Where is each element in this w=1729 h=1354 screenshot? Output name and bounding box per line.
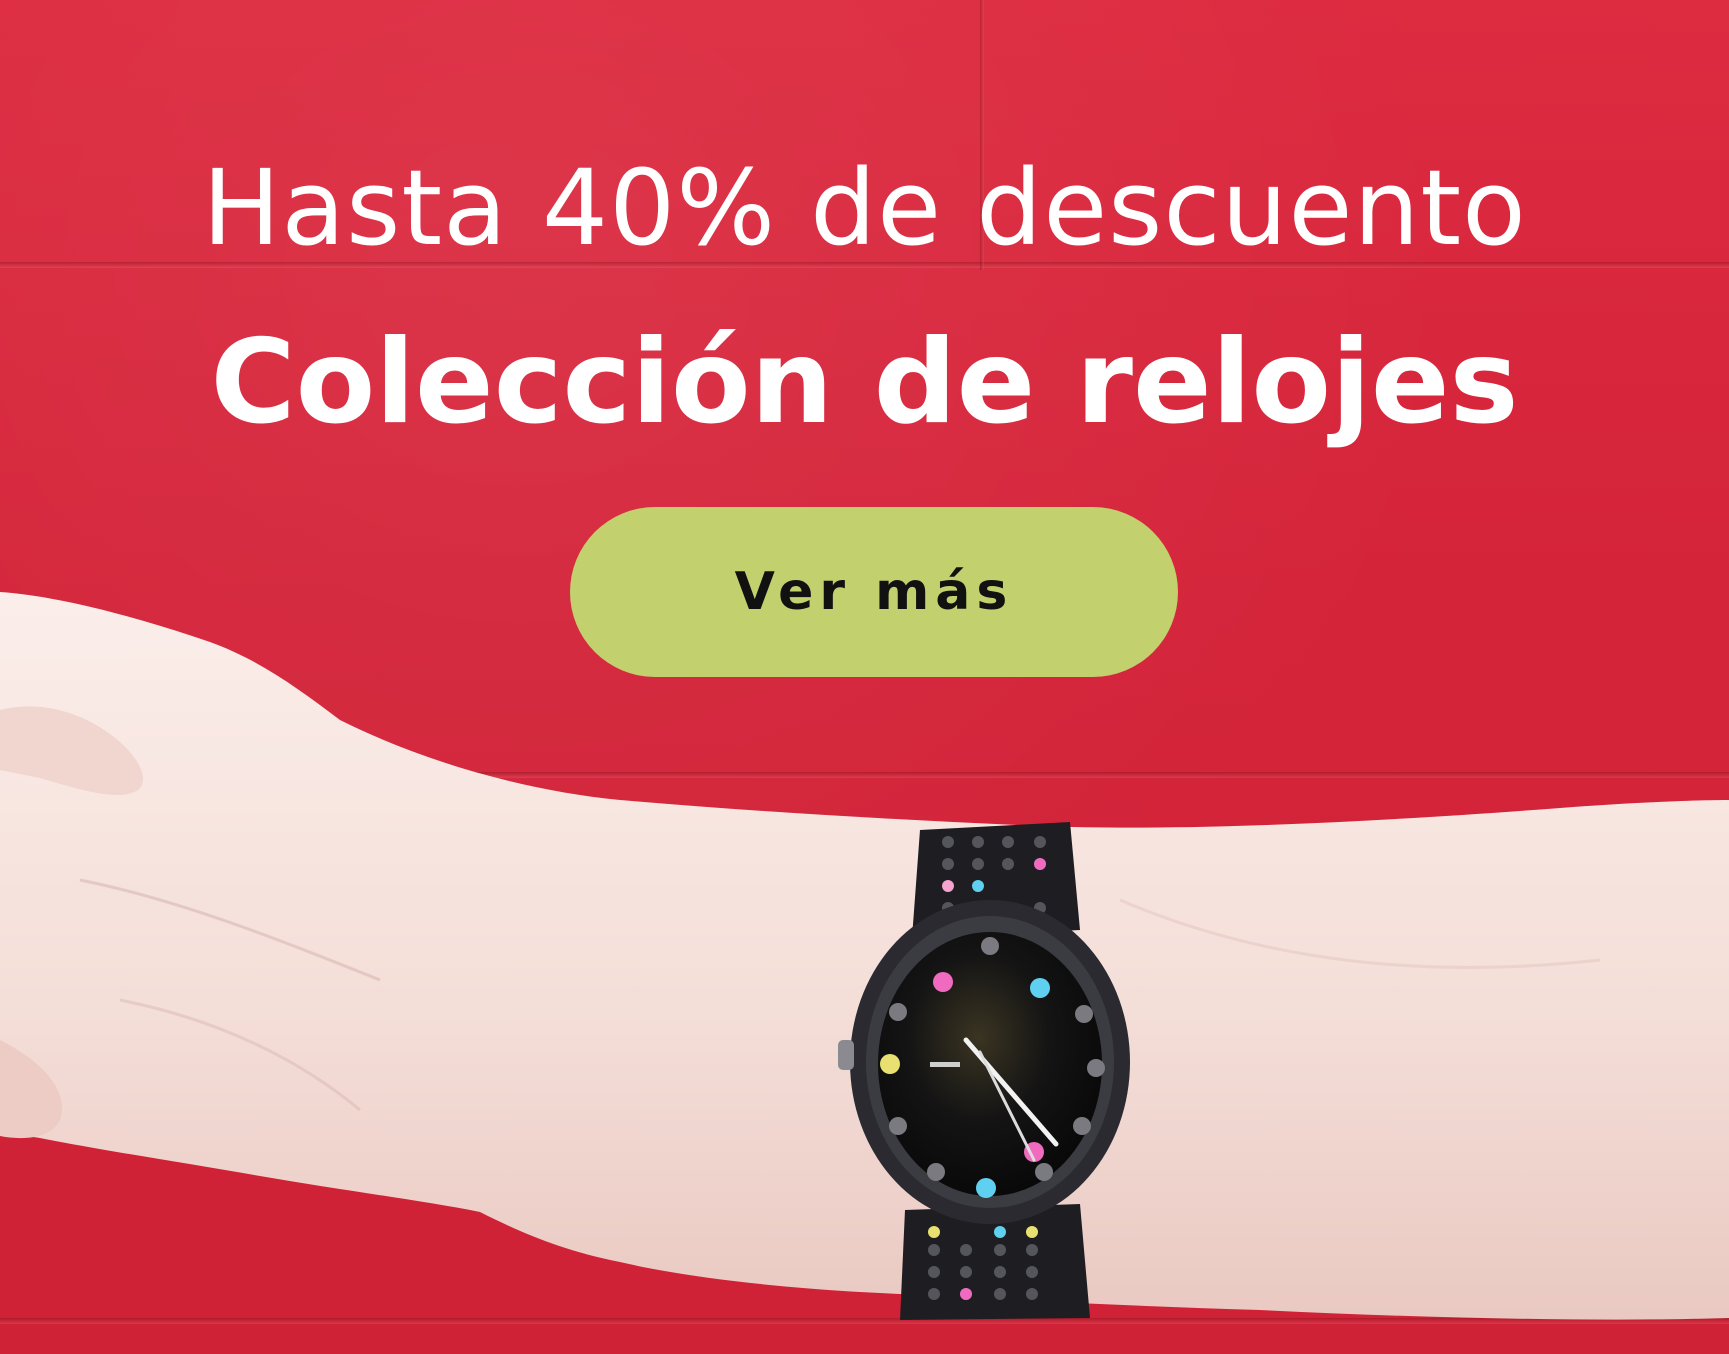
promo-banner: Hasta 40% de descuento Colección de relo… <box>0 0 1729 1354</box>
arm-shape <box>0 592 1729 1320</box>
discount-headline: Hasta 40% de descuento <box>202 147 1527 269</box>
see-more-button[interactable]: Ver más <box>570 507 1178 677</box>
collection-title: Colección de relojes <box>210 315 1519 450</box>
